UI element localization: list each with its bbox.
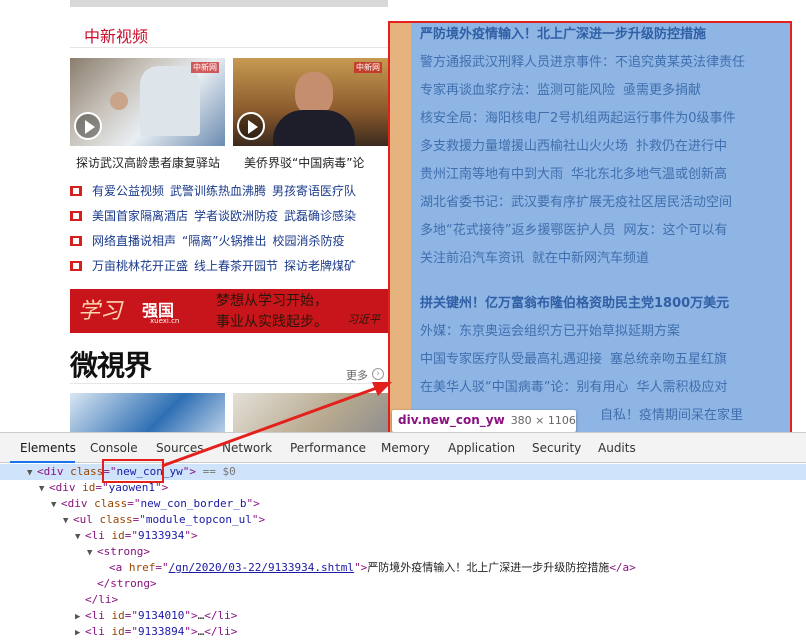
web-page: 中新视频 中新网 中新网 探访武汉高龄患者康复驿站 美侨界驳“中国病毒”论 有爱… [0,0,806,432]
video-thumbnail-1[interactable]: 中新网 [70,58,225,146]
banner-brand-1: 学习 [78,299,123,324]
chinanews-logo-icon: 中新网 [354,62,382,73]
collapse-triangle-icon[interactable]: ▶ [75,609,85,625]
video-link[interactable]: 学者谈欧洲防疫 [194,209,278,223]
dom-node[interactable]: <a href="/gn/2020/03-22/9133934.shtml">严… [0,560,806,576]
tab-audits[interactable]: Audits [598,441,636,455]
video-thumbnail-2[interactable]: 中新网 [233,58,388,146]
video-link[interactable]: 探访老牌煤矿 [284,259,356,273]
list-item: 万亩桃林花开正盛 线上春茶开园节 探访老牌煤矿 [70,257,388,282]
video-link[interactable]: 武磊确诊感染 [284,209,356,223]
dom-node[interactable]: </li> [0,592,806,608]
expand-triangle-icon[interactable]: ▼ [51,497,61,513]
dom-node[interactable]: ▶ <li id="9134010">…</li> [0,608,806,624]
attr-value: 9133894 [138,625,185,638]
video-link[interactable]: 武警训练热血沸腾 [170,184,266,198]
dom-tree: ▼ <div class="new_con_yw"> == $0 ▼ <div id… [0,464,806,640]
expand-triangle-icon[interactable]: ▼ [39,481,49,497]
video-icon [70,186,82,196]
video-icon [70,236,82,246]
play-icon [74,112,102,140]
video-caption-2[interactable]: 美侨界驳“中国病毒”论 [244,154,364,171]
list-item: 有爱公益视频 武警训练热血沸腾 男孩寄语医疗队 [70,182,388,207]
tooltip-dimensions: 380 × 1106 [510,414,576,427]
video-link[interactable]: 美国首家隔离酒店 [92,209,188,223]
video-link[interactable]: 网络直播说相声 [92,234,176,248]
active-tab-indicator [10,461,75,463]
tooltip-selector: div.new_con_yw [398,413,505,427]
expand-triangle-icon[interactable]: ▼ [75,529,85,545]
section-title[interactable]: 中新视频 [84,23,148,47]
dom-node[interactable]: ▼ <strong> [0,544,806,560]
video-link[interactable]: 有爱公益视频 [92,184,164,198]
list-item: 美国首家隔离酒店 学者谈欧洲防疫 武磊确诊感染 [70,207,388,232]
inspect-tooltip: div.new_con_yw 380 × 1106 [392,410,576,432]
banner-signature: 习近平 [347,313,380,326]
micro-video-logo: 微視界 [70,349,152,382]
dom-node[interactable]: ▼ <li id="9133934"> [0,528,806,544]
dom-node[interactable]: ▼ <div class="new_con_border_b"> [0,496,806,512]
video-link[interactable]: 男孩寄语医疗队 [272,184,356,198]
expand-triangle-icon[interactable]: ▼ [87,545,97,561]
tab-security[interactable]: Security [532,441,581,455]
dom-node[interactable]: ▶ <li id="9133894">…</li> [0,624,806,640]
tab-elements[interactable]: Elements [20,441,76,455]
video-link[interactable]: 校园消杀防疫 [272,234,344,248]
top-image-strip [70,0,388,7]
video-link-list: 有爱公益视频 武警训练热血沸腾 男孩寄语医疗队 美国首家隔离酒店 学者谈欧洲防疫 武磊确… [70,182,388,282]
video-icon [70,211,82,221]
annotation-box [102,459,164,483]
video-link[interactable]: “隔离”火锅推出 [182,234,266,248]
attr-value: 9133934 [138,529,185,542]
tab-application[interactable]: Application [448,441,515,455]
tab-console[interactable]: Console [90,441,138,455]
play-icon [237,112,265,140]
section-header: 中新视频 [70,22,388,48]
annotation-arrow-icon [161,382,392,468]
banner-slogan-line2: 事业从实践起步。 [216,314,328,330]
attr-value: 9134010 [138,609,185,622]
href-link[interactable]: /gn/2020/03-22/9133934.shtml [169,561,354,574]
node-text: 严防境外疫情输入！北上广深进一步升级防控措施 [367,561,610,574]
video-link[interactable]: 万亩桃林花开正盛 [92,259,188,273]
expand-triangle-icon[interactable]: ▼ [63,513,73,529]
micro-video-header: 微視界 更多 › [70,344,388,384]
dom-node[interactable]: ▼ <ul class="module_topcon_ul"> [0,512,806,528]
expand-triangle-icon[interactable]: ▼ [27,465,37,481]
video-link[interactable]: 线上春茶开园节 [194,259,278,273]
chinanews-logo-icon: 中新网 [191,62,219,73]
xuexi-banner[interactable]: 学习 强国 xuexi.cn 梦想从学习开始， 事业从实践起步。 习近平 [70,289,388,333]
banner-slogan-line1: 梦想从学习开始， [216,293,328,309]
banner-slogan: 梦想从学习开始， 事业从实践起步。 [216,291,328,333]
video-caption-1[interactable]: 探访武汉高龄患者康复驿站 [76,154,220,171]
attr-value: module_topcon_ul [145,513,252,526]
dom-node[interactable]: </strong> [0,576,806,592]
list-item: 网络直播说相声 “隔离”火锅推出 校园消杀防疫 [70,232,388,257]
attr-value: new_con_border_b [140,497,247,510]
annotation-frame [388,21,792,432]
chevron-right-icon[interactable]: › [372,368,384,380]
banner-site: xuexi.cn [150,317,180,325]
collapse-triangle-icon[interactable]: ▶ [75,625,85,641]
video-icon [70,261,82,271]
